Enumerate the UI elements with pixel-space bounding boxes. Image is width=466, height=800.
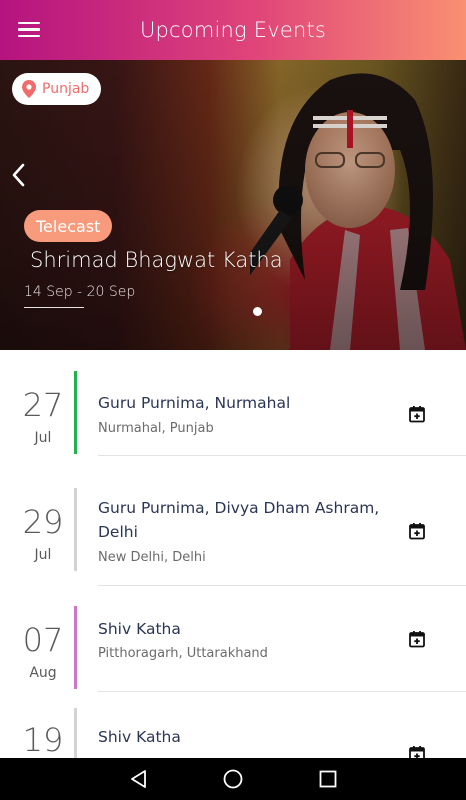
calendar-add-icon[interactable] xyxy=(408,522,426,540)
carousel-dot[interactable] xyxy=(253,307,262,316)
divider xyxy=(98,455,466,456)
triangle-back-icon[interactable] xyxy=(128,768,150,790)
featured-event-banner[interactable]: Punjab Telecast Shrimad Bhagwat Katha 14… xyxy=(0,60,466,350)
menu-icon[interactable] xyxy=(14,18,44,44)
calendar-add-icon[interactable] xyxy=(408,630,426,648)
list-item[interactable]: 07 Aug Shiv Katha Pitthoragarh, Uttarakh… xyxy=(0,588,466,707)
event-accent-bar xyxy=(74,606,77,689)
location-filter-chip[interactable]: Punjab xyxy=(12,73,102,105)
calendar-add-icon[interactable] xyxy=(408,745,426,758)
events-list: 27 Jul Guru Purnima, Nurmahal Nurmahal, … xyxy=(0,350,466,758)
list-item[interactable]: 19 Shiv Katha xyxy=(0,707,466,758)
list-item[interactable]: 29 Jul Guru Purnima, Divya Dham Ashram, … xyxy=(0,469,466,588)
featured-event-title: Shrimad Bhagwat Katha xyxy=(30,248,283,272)
event-name: Guru Purnima, Divya Dham Ashram, Delhi xyxy=(98,499,380,541)
chevron-left-icon[interactable] xyxy=(8,160,30,190)
list-item[interactable]: 27 Jul Guru Purnima, Nurmahal Nurmahal, … xyxy=(0,350,466,469)
divider xyxy=(24,307,84,308)
featured-event-dates: 14 Sep - 20 Sep xyxy=(24,284,136,300)
page-title: Upcoming Events xyxy=(139,18,327,42)
event-accent-bar xyxy=(74,488,77,571)
system-nav-bar xyxy=(0,758,466,800)
event-location: Nurmahal, Punjab xyxy=(98,421,214,436)
event-accent-bar xyxy=(74,708,77,758)
event-name: Guru Purnima, Nurmahal xyxy=(98,394,291,412)
event-location: Pitthoragarh, Uttarakhand xyxy=(98,646,268,661)
event-name: Shiv Katha xyxy=(98,620,181,638)
calendar-add-icon[interactable] xyxy=(408,405,426,423)
event-name: Shiv Katha xyxy=(98,728,181,746)
circle-home-icon[interactable] xyxy=(222,768,244,790)
location-pin-icon xyxy=(22,80,36,98)
divider xyxy=(98,691,466,692)
square-recents-icon[interactable] xyxy=(317,768,339,790)
location-label: Punjab xyxy=(42,81,90,97)
event-type-badge: Telecast xyxy=(24,210,113,242)
app-bar: Upcoming Events xyxy=(0,0,466,60)
event-location: New Delhi, Delhi xyxy=(98,550,206,565)
divider xyxy=(98,585,466,586)
event-accent-bar xyxy=(74,371,77,454)
